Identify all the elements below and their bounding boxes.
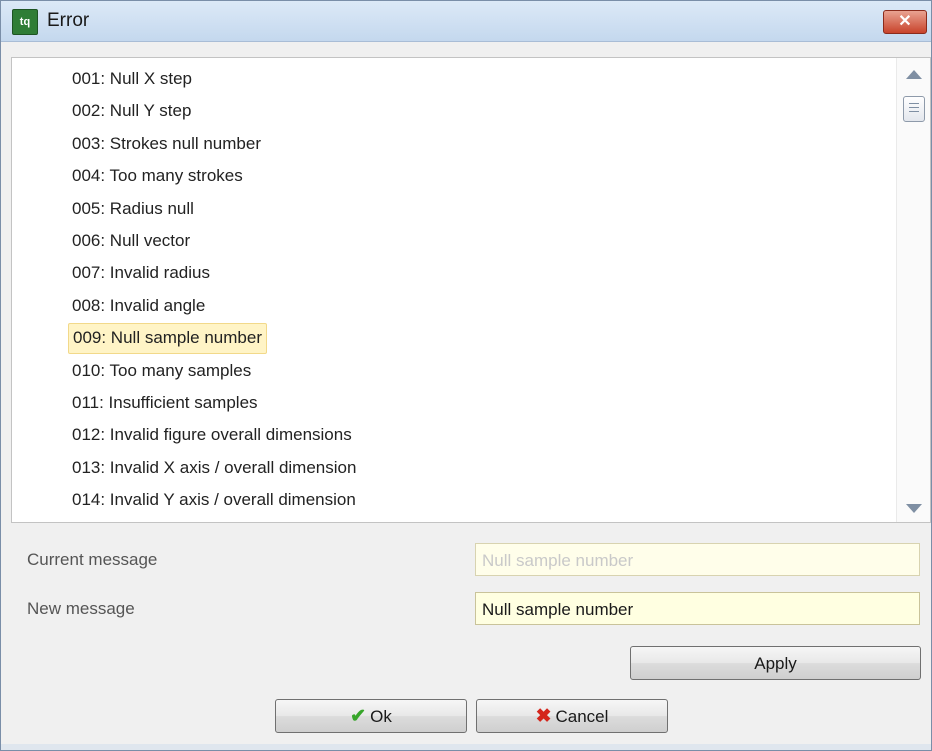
list-item[interactable]: 010: Too many samples	[68, 356, 255, 385]
red-x-icon: ✖	[535, 706, 552, 727]
window-title: Error	[47, 10, 90, 31]
error-list[interactable]: 001: Null X step 002: Null Y step 003: Str…	[11, 57, 931, 523]
checkmark-icon: ✔	[350, 706, 367, 727]
current-message-field: Null sample number	[475, 543, 920, 576]
cancel-button[interactable]: ✖ Cancel	[476, 699, 668, 733]
list-item[interactable]: 011: Insufficient samples	[68, 388, 262, 417]
list-item[interactable]: 005: Radius null	[68, 194, 198, 223]
list-item[interactable]: 009: Null sample number	[68, 323, 267, 355]
ok-button-label: Ok	[370, 707, 392, 726]
error-dialog: tq Error ✕ 001: Null X step 002: Null Y s…	[0, 0, 932, 751]
list-item[interactable]: 008: Invalid angle	[68, 291, 209, 320]
app-logo-icon: tq	[12, 9, 38, 35]
apply-button[interactable]: Apply	[630, 646, 921, 680]
scroll-thumb[interactable]	[903, 96, 925, 122]
vertical-scrollbar[interactable]	[896, 58, 930, 522]
new-message-label: New message	[27, 599, 135, 618]
list-item[interactable]: 004: Too many strokes	[68, 161, 247, 190]
scroll-up-arrow-icon[interactable]	[906, 70, 922, 79]
list-item[interactable]: 007: Invalid radius	[68, 258, 214, 287]
list-item[interactable]: 002: Null Y step	[68, 96, 195, 125]
close-button[interactable]: ✕	[883, 10, 927, 34]
ok-button[interactable]: ✔ Ok	[275, 699, 467, 733]
bottom-edge	[1, 744, 931, 750]
error-list-viewport: 001: Null X step 002: Null Y step 003: Str…	[12, 58, 895, 522]
current-message-label: Current message	[27, 550, 158, 569]
list-item[interactable]: 013: Invalid X axis / overall dimension	[68, 453, 360, 482]
list-item[interactable]: 001: Null X step	[68, 64, 196, 93]
new-message-input[interactable]: Null sample number	[475, 592, 920, 625]
list-item[interactable]: 015: Axes / overall dimensions invalid i…	[68, 518, 418, 522]
title-bar: tq Error ✕	[1, 1, 931, 42]
list-item[interactable]: 003: Strokes null number	[68, 129, 265, 158]
cancel-button-label: Cancel	[555, 707, 609, 726]
list-item[interactable]: 006: Null vector	[68, 226, 194, 255]
scroll-down-arrow-icon[interactable]	[906, 504, 922, 513]
list-item[interactable]: 014: Invalid Y axis / overall dimension	[68, 485, 360, 514]
list-item[interactable]: 012: Invalid figure overall dimensions	[68, 420, 356, 449]
